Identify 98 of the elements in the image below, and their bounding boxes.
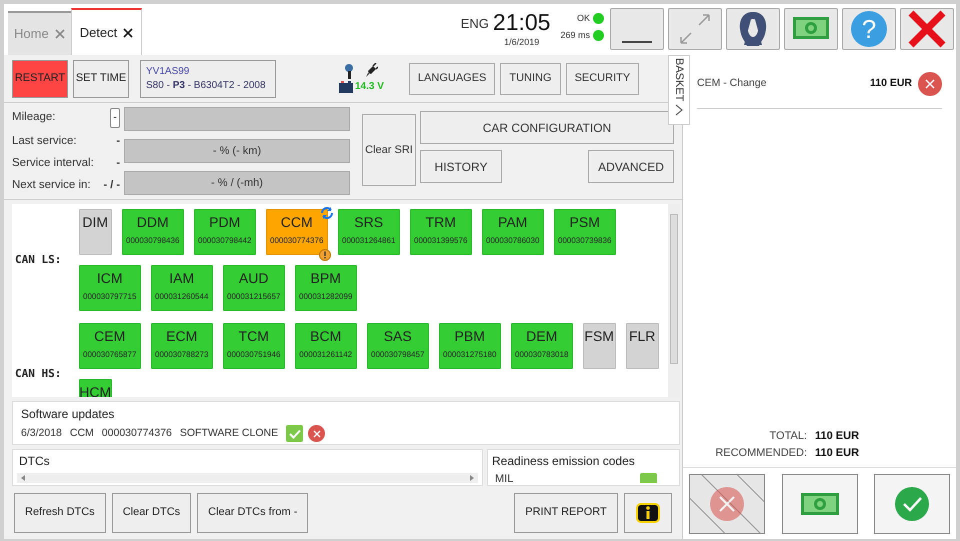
recommended-label: RECOMMENDED: [714, 446, 807, 460]
status-label: 269 ms [560, 28, 590, 42]
info-icon [636, 502, 660, 522]
plug-icon [364, 63, 378, 79]
module-tile[interactable]: DEM 000030783018 [510, 323, 573, 369]
update-module: CCM [70, 426, 94, 441]
basket-item-label: CEM - Change [697, 76, 768, 91]
status-label: OK [576, 12, 590, 25]
field-value: - [116, 156, 120, 172]
battery-icon [339, 80, 353, 92]
field-label: Service interval: [12, 156, 94, 171]
refresh-icon [320, 206, 334, 220]
mileage-button[interactable]: - [110, 108, 120, 128]
module-tile[interactable]: TRM 000031399576 [410, 209, 472, 255]
right-arrow-icon [470, 475, 474, 481]
update-date: 6/3/2018 [21, 426, 62, 441]
voltage-text: 14.3 V [355, 80, 384, 94]
set-time-button[interactable]: SET TIME [73, 60, 129, 98]
toolbar-button[interactable]: LANGUAGES [408, 62, 496, 94]
close-icon [54, 29, 65, 39]
field-value: - / - [104, 178, 120, 194]
module-tile[interactable]: PAM 000030786030 [482, 209, 544, 255]
bus-label: CAN LS: [14, 252, 62, 268]
recommended-value: 110 EUR [815, 446, 860, 460]
module-tile[interactable]: CCM 000030774376 [266, 209, 328, 255]
basket-tab[interactable]: BASKET [668, 55, 690, 125]
progress-reading: - % / (-mh) [211, 176, 263, 191]
info-button[interactable] [624, 492, 672, 532]
advanced-button[interactable]: ADVANCED [588, 150, 674, 183]
section-title: Software updates [21, 406, 116, 423]
module-tile[interactable]: AUD 000031215657 [222, 265, 285, 311]
module-tile[interactable]: DDM 000030798436 [122, 209, 184, 255]
close-icon [925, 78, 935, 88]
total-label: TOTAL: [768, 429, 807, 444]
close-icon [312, 430, 321, 438]
vehicle-text: S80 - P3 - B6304T2 - 2008 [146, 78, 267, 92]
close-icon [709, 486, 745, 522]
module-tile[interactable]: FLR [626, 323, 659, 369]
module-tile[interactable]: PBM 000031275180 [438, 323, 501, 369]
module-tile[interactable]: PSM 000030739836 [554, 209, 616, 255]
car-configuration-button[interactable]: CAR CONFIGURATION [420, 111, 674, 144]
section-title: Readiness emission codes [492, 453, 636, 470]
history-button[interactable]: HISTORY [420, 150, 502, 183]
dtc-button[interactable]: Refresh DTCs [14, 492, 106, 532]
module-tile[interactable]: BCM 000031261142 [294, 323, 357, 369]
module-tile[interactable]: BPM 000031282099 [294, 265, 357, 311]
toolbar-button[interactable]: SECURITY [566, 62, 640, 94]
module-tile[interactable]: CEM 000030765877 [78, 323, 141, 369]
pay-button[interactable] [782, 474, 858, 534]
minimize-button[interactable] [610, 8, 664, 50]
module-tile[interactable]: FSM [582, 323, 616, 369]
dtc-button[interactable]: Clear DTCs [112, 492, 192, 532]
account-button[interactable] [726, 8, 780, 50]
field-label: Next service in: [12, 178, 91, 193]
update-action: SOFTWARE CLONE [180, 426, 278, 441]
confirm-button[interactable] [874, 474, 950, 534]
module-tile[interactable]: ECM 000030788273 [150, 323, 213, 369]
payment-button[interactable] [784, 8, 838, 50]
readiness-label: MIL [495, 472, 514, 483]
close-icon [907, 9, 947, 49]
vin-text: YV1AS99 [146, 64, 190, 78]
check-icon [288, 428, 301, 438]
total-value: 110 EUR [815, 429, 860, 444]
reject-button[interactable] [308, 425, 326, 442]
tab[interactable]: Detect [70, 8, 142, 55]
field-value: - [116, 134, 120, 150]
restart-button[interactable]: RESTART [12, 60, 68, 98]
section-title: DTCs [19, 453, 51, 470]
remove-button[interactable] [918, 72, 942, 96]
minimize-icon [622, 41, 652, 43]
field-label: Last service: [12, 134, 77, 149]
check-icon [894, 486, 930, 522]
close-icon [123, 28, 134, 38]
module-tile[interactable]: IAM 000031260544 [150, 265, 213, 311]
accept-button[interactable] [286, 425, 304, 442]
update-serial: 000030774376 [102, 426, 172, 441]
left-arrow-icon [21, 475, 25, 481]
module-tile[interactable]: HCM [78, 379, 112, 397]
module-tile[interactable]: ICM 000030797715 [78, 265, 141, 311]
clock-date: 1/6/2019 [504, 36, 540, 49]
module-tile[interactable]: SAS 000030798457 [366, 323, 429, 369]
close-button[interactable] [900, 8, 954, 50]
module-tile[interactable]: SRS 000031264861 [338, 209, 400, 255]
progress-reading: - % (- km) [212, 144, 262, 159]
basket-item-price: 110 EUR [870, 76, 912, 91]
chevron-right-icon [675, 104, 683, 116]
field-label: Mileage: [12, 110, 56, 126]
language-label: ENG [460, 15, 489, 33]
dtc-button[interactable]: Clear DTCs from - [197, 492, 308, 532]
bus-label: CAN HS: [14, 366, 62, 382]
module-tile[interactable]: PDM 000030798442 [194, 209, 256, 255]
horizontal-scrollbar[interactable] [17, 473, 478, 483]
toolbar-button[interactable]: TUNING [500, 62, 561, 94]
module-tile[interactable]: TCM 000030751946 [222, 323, 285, 369]
module-tile[interactable]: DIM [78, 209, 112, 255]
print-report-button[interactable]: PRINT REPORT [514, 492, 618, 532]
clear-sri-button[interactable]: Clear SRI [362, 114, 416, 186]
clock-time: 21:05 [492, 10, 550, 34]
